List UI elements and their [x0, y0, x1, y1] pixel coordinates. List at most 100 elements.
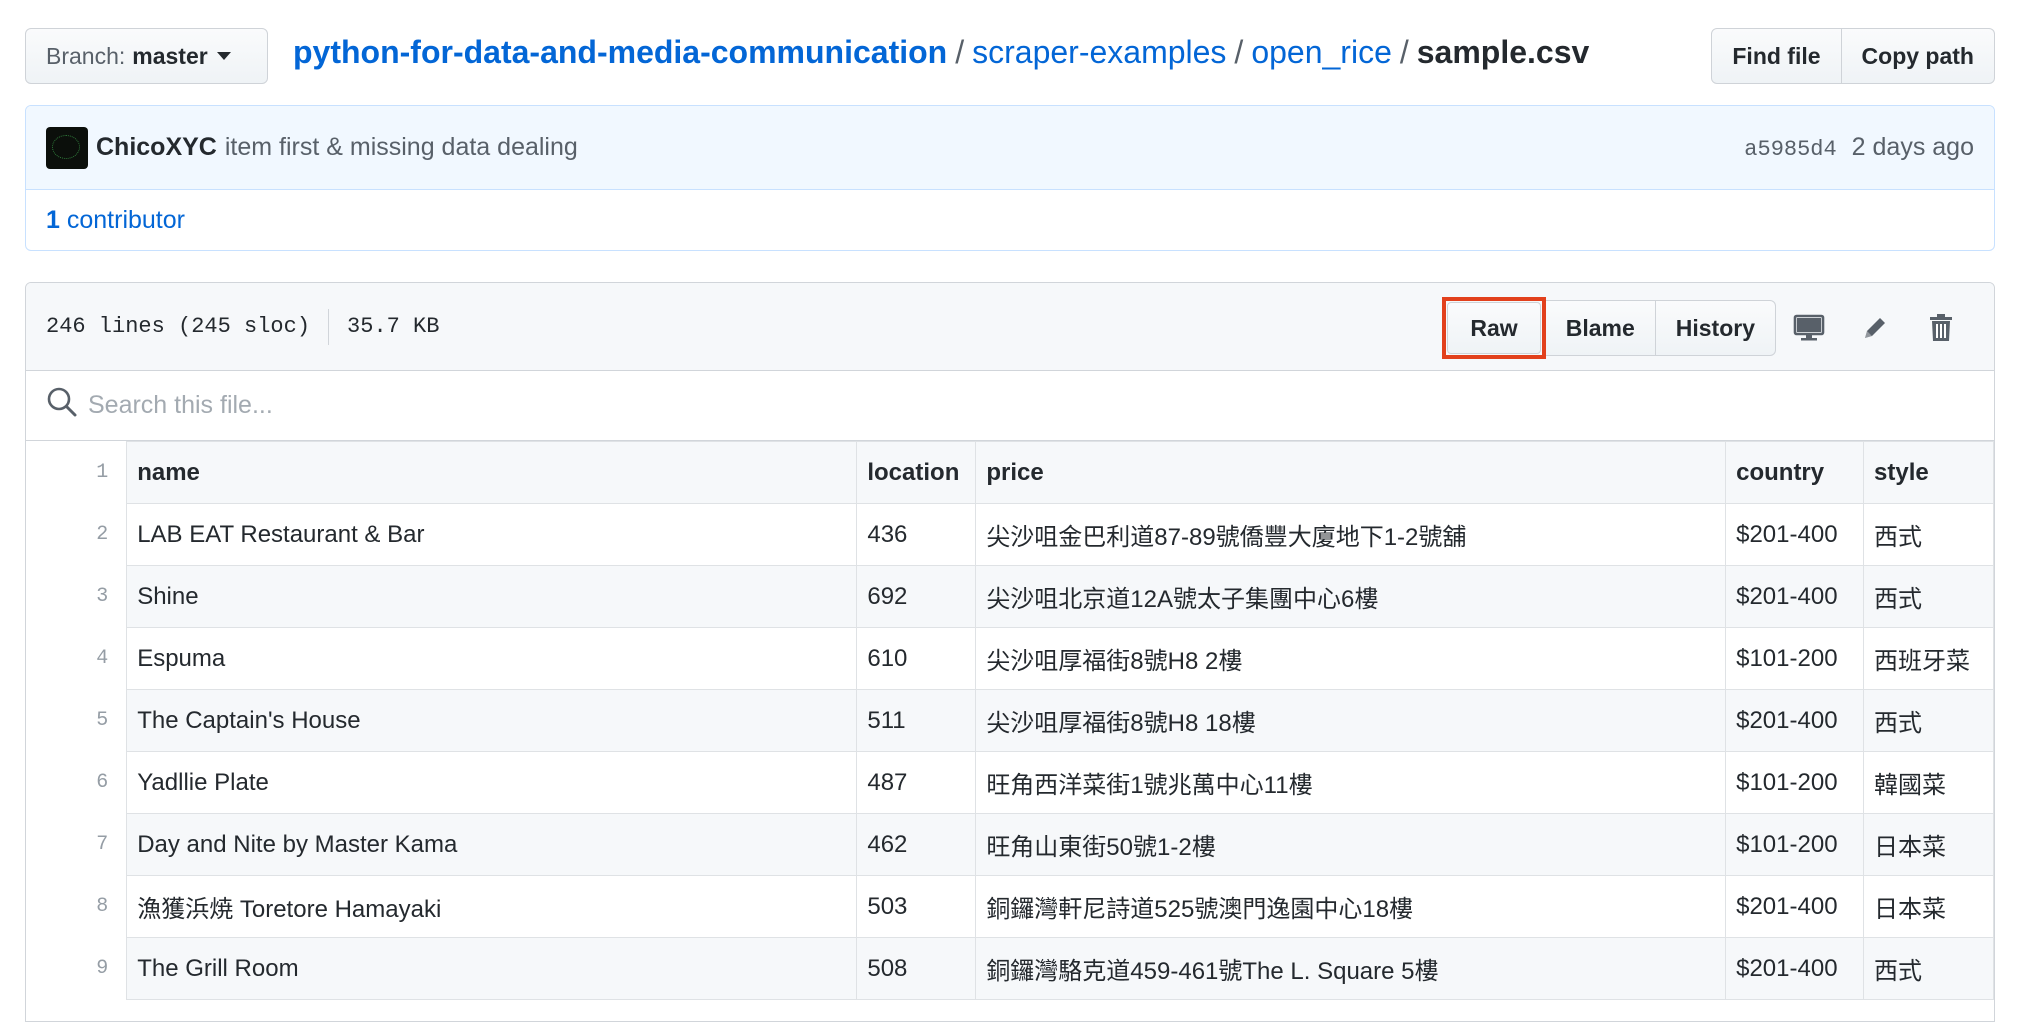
- file-search-input[interactable]: [86, 390, 886, 421]
- path-bar: Branch: master python-for-data-and-media…: [25, 28, 1995, 86]
- cell-price: 銅鑼灣駱克道459-461號The L. Square 5樓: [975, 937, 1727, 1000]
- breadcrumb-dir-open-rice[interactable]: open_rice: [1251, 34, 1392, 70]
- table-row: 3 Shine 692 尖沙咀北京道12A號太子集團中心6樓 $201-400 …: [26, 565, 1994, 628]
- cell-country: $101-200: [1725, 751, 1865, 814]
- branch-name: master: [132, 42, 208, 69]
- table-row: 6 Yadllie Plate 487 旺角西洋菜街1號兆萬中心11樓 $101…: [26, 751, 1994, 814]
- avatar[interactable]: [46, 126, 88, 169]
- desktop-icon[interactable]: [1776, 300, 1842, 356]
- breadcrumb-file-name: sample.csv: [1416, 34, 1590, 70]
- raw-button-highlight: Raw: [1442, 297, 1546, 359]
- file-info: 246 lines (245 sloc) 35.7 KB: [46, 308, 439, 345]
- contributors-row: 1 contributor: [26, 190, 1994, 250]
- commit-time: 2 days ago: [1851, 133, 1974, 161]
- table-row: 8 漁獲浜焼 Toretore Hamayaki 503 銅鑼灣軒尼詩道525號…: [26, 875, 1994, 938]
- table-row: 4 Espuma 610 尖沙咀厚福街8號H8 2樓 $101-200 西班牙菜: [26, 627, 1994, 690]
- commit-message[interactable]: item first & missing data dealing: [225, 133, 578, 162]
- table-row: 9 The Grill Room 508 銅鑼灣駱克道459-461號The L…: [26, 937, 1994, 1000]
- cell-name: Shine: [126, 565, 858, 628]
- file-actions: Raw Blame History: [1442, 297, 1974, 359]
- breadcrumb-separator: /: [955, 34, 965, 70]
- line-number[interactable]: 2: [26, 503, 128, 566]
- commit-tease: ChicoXYC item first & missing data deali…: [25, 105, 1995, 251]
- cell-country: $101-200: [1725, 813, 1865, 876]
- column-header-country: country: [1725, 441, 1865, 504]
- cell-style: 西式: [1863, 689, 1994, 752]
- find-file-button[interactable]: Find file: [1711, 28, 1842, 84]
- file-line-count: 246 lines (245 sloc): [46, 314, 311, 339]
- line-number[interactable]: 4: [26, 627, 128, 690]
- breadcrumb-separator: /: [1234, 34, 1244, 70]
- cell-price: 旺角山東街50號1-2樓: [975, 813, 1727, 876]
- cell-name: LAB EAT Restaurant & Bar: [126, 503, 858, 566]
- caret-down-icon: [216, 52, 231, 60]
- commit-sha[interactable]: a5985d4: [1744, 137, 1836, 162]
- cell-name: The Captain's House: [126, 689, 858, 752]
- blame-history-group: Blame History: [1545, 300, 1776, 356]
- line-number[interactable]: 9: [26, 937, 128, 1000]
- table-row: 7 Day and Nite by Master Kama 462 旺角山東街5…: [26, 813, 1994, 876]
- cell-name: 漁獲浜焼 Toretore Hamayaki: [126, 875, 858, 938]
- breadcrumb: python-for-data-and-media-communication /…: [293, 34, 1589, 71]
- column-header-style: style: [1863, 441, 1994, 504]
- table-header-row: 1 name location price country style: [26, 441, 1994, 504]
- history-button[interactable]: History: [1655, 300, 1776, 356]
- search-icon: [46, 386, 78, 425]
- contributors-link[interactable]: 1 contributor: [46, 206, 185, 235]
- cell-location: 610: [856, 627, 977, 690]
- cell-location: 503: [856, 875, 977, 938]
- file-header: 246 lines (245 sloc) 35.7 KB Raw Blame H…: [26, 283, 1994, 371]
- column-header-name: name: [126, 441, 858, 504]
- cell-location: 436: [856, 503, 977, 566]
- contributor-count: 1: [46, 206, 60, 234]
- cell-price: 尖沙咀厚福街8號H8 2樓: [975, 627, 1727, 690]
- line-number[interactable]: 1: [26, 441, 128, 504]
- column-header-location: location: [856, 441, 977, 504]
- line-number[interactable]: 8: [26, 875, 128, 938]
- cell-price: 尖沙咀厚福街8號H8 18樓: [975, 689, 1727, 752]
- file-search-row: [26, 371, 1994, 441]
- table-row: 5 The Captain's House 511 尖沙咀厚福街8號H8 18樓…: [26, 689, 1994, 752]
- pencil-icon[interactable]: [1842, 300, 1908, 356]
- blame-button[interactable]: Blame: [1545, 300, 1656, 356]
- breadcrumb-separator: /: [1399, 34, 1409, 70]
- cell-country: $201-400: [1725, 503, 1865, 566]
- line-number[interactable]: 3: [26, 565, 128, 628]
- cell-style: 西式: [1863, 503, 1994, 566]
- trash-icon[interactable]: [1908, 300, 1974, 356]
- cell-country: $101-200: [1725, 627, 1865, 690]
- commit-author[interactable]: ChicoXYC: [96, 133, 217, 162]
- cell-location: 487: [856, 751, 977, 814]
- line-number[interactable]: 5: [26, 689, 128, 752]
- cell-name: The Grill Room: [126, 937, 858, 1000]
- cell-price: 旺角西洋菜街1號兆萬中心11樓: [975, 751, 1727, 814]
- cell-style: 日本菜: [1863, 875, 1994, 938]
- cell-price: 尖沙咀金巴利道87-89號僑豐大廈地下1-2號舖: [975, 503, 1727, 566]
- breadcrumb-repo-link[interactable]: python-for-data-and-media-communication: [293, 34, 947, 70]
- cell-style: 西式: [1863, 937, 1994, 1000]
- latest-commit-row: ChicoXYC item first & missing data deali…: [26, 106, 1994, 190]
- line-number[interactable]: 6: [26, 751, 128, 814]
- csv-table: 1 name location price country style 2 LA…: [26, 441, 1994, 1000]
- cell-location: 511: [856, 689, 977, 752]
- cell-name: Yadllie Plate: [126, 751, 858, 814]
- cell-country: $201-400: [1725, 937, 1865, 1000]
- cell-style: 西式: [1863, 565, 1994, 628]
- branch-prefix: Branch:: [46, 42, 126, 69]
- cell-name: Day and Nite by Master Kama: [126, 813, 858, 876]
- branch-select-button[interactable]: Branch: master: [25, 28, 268, 84]
- breadcrumb-dir-scraper-examples[interactable]: scraper-examples: [972, 34, 1226, 70]
- line-number[interactable]: 7: [26, 813, 128, 876]
- cell-location: 692: [856, 565, 977, 628]
- cell-country: $201-400: [1725, 689, 1865, 752]
- cell-location: 508: [856, 937, 977, 1000]
- raw-button[interactable]: Raw: [1447, 302, 1541, 354]
- copy-path-button[interactable]: Copy path: [1841, 28, 1995, 84]
- cell-price: 尖沙咀北京道12A號太子集團中心6樓: [975, 565, 1727, 628]
- cell-country: $201-400: [1725, 875, 1865, 938]
- path-button-group: Find file Copy path: [1711, 28, 1995, 84]
- file-viewer: 246 lines (245 sloc) 35.7 KB Raw Blame H…: [25, 282, 1995, 1022]
- contributor-label: contributor: [66, 206, 185, 234]
- commit-meta: a5985d4 2 days ago: [1744, 133, 1974, 162]
- table-row: 2 LAB EAT Restaurant & Bar 436 尖沙咀金巴利道87…: [26, 503, 1994, 566]
